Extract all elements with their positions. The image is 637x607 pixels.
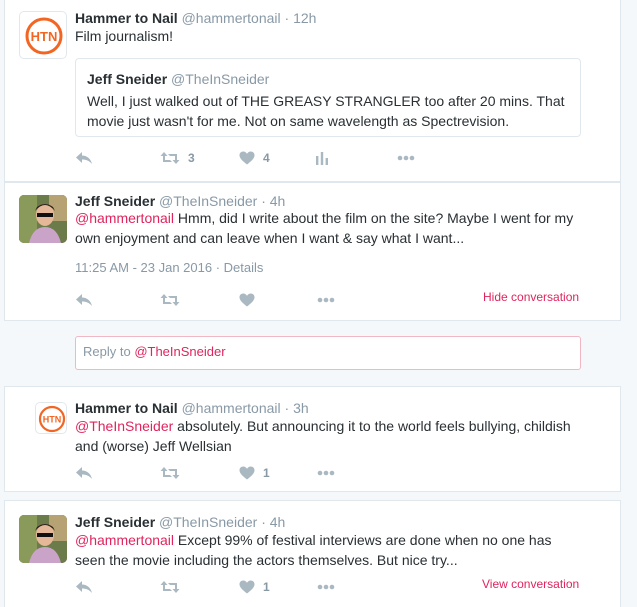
reply-button[interactable]: [75, 148, 93, 168]
tweet-time[interactable]: · 4h: [261, 193, 285, 209]
analytics-button[interactable]: [315, 148, 329, 168]
more-icon: [317, 297, 335, 303]
tweet-actions: 3 4: [75, 148, 575, 168]
analytics-icon: [316, 152, 328, 165]
retweet-icon: [160, 467, 180, 479]
heart-icon: [239, 580, 255, 594]
like-count: 1: [263, 466, 270, 480]
tweet-time[interactable]: · 3h: [285, 400, 309, 416]
avatar-hammertonail[interactable]: HTN: [35, 402, 67, 434]
reply-icon: [76, 294, 92, 306]
like-count: 1: [263, 580, 270, 594]
heart-icon: [239, 151, 255, 165]
like-button[interactable]: 1: [239, 463, 270, 483]
heart-icon: [239, 293, 255, 307]
tweet-text: Film journalism!: [75, 28, 174, 44]
reply-mention: @TheInSneider: [134, 344, 226, 359]
like-button[interactable]: 4: [239, 148, 270, 168]
retweet-icon: [160, 581, 180, 593]
more-icon: [397, 155, 415, 161]
tweet-header: Jeff Sneider @TheInSneider · 4h: [75, 513, 285, 531]
view-conversation-link[interactable]: View conversation: [482, 577, 579, 591]
avatar-theinsneider[interactable]: [19, 195, 67, 243]
reply-input[interactable]: Reply to @TheInSneider: [75, 336, 581, 370]
author-handle[interactable]: @hammertonail: [182, 400, 281, 416]
quoted-text: Well, I just walked out of THE GREASY ST…: [87, 93, 565, 129]
reply-button[interactable]: [75, 577, 93, 597]
reply-icon: [76, 467, 92, 479]
like-count: 4: [263, 151, 270, 165]
retweet-button[interactable]: [160, 290, 180, 310]
tweet-timestamp-row: 11:25 AM - 23 Jan 2016 · Details: [75, 260, 263, 275]
like-button[interactable]: 1: [239, 577, 270, 597]
logo-text: HTN: [43, 415, 62, 425]
author-name[interactable]: Jeff Sneider: [75, 193, 155, 209]
tweet-time[interactable]: · 12h: [285, 10, 317, 26]
author-name[interactable]: Hammer to Nail: [75, 400, 178, 416]
tweet-text: @hammertonail Except 99% of festival int…: [75, 530, 585, 570]
tweet-timestamp[interactable]: 11:25 AM - 23 Jan 2016: [75, 260, 212, 275]
tweet-header: Hammer to Nail @hammertonail · 3h: [75, 399, 309, 417]
retweet-button[interactable]: 3: [160, 148, 195, 168]
logo-text: HTN: [31, 29, 58, 44]
quoted-tweet[interactable]: Jeff Sneider @TheInSneider Well, I just …: [75, 58, 581, 137]
author-handle[interactable]: @TheInSneider: [159, 193, 257, 209]
more-button[interactable]: [397, 148, 415, 168]
more-icon: [317, 584, 335, 590]
mention-link[interactable]: @TheInSneider: [75, 418, 173, 434]
retweet-icon: [160, 152, 180, 164]
reply-icon: [76, 152, 92, 164]
more-button[interactable]: [317, 463, 335, 483]
reply-icon: [76, 581, 92, 593]
author-handle[interactable]: @TheInSneider: [159, 514, 257, 530]
avatar-theinsneider[interactable]: [19, 515, 67, 563]
reply-placeholder: Reply to: [83, 344, 135, 359]
divider: [4, 386, 621, 387]
author-name[interactable]: Hammer to Nail: [75, 10, 178, 26]
retweet-button[interactable]: [160, 577, 180, 597]
more-button[interactable]: [317, 577, 335, 597]
avatar-hammertonail[interactable]: HTN: [19, 11, 67, 59]
like-button[interactable]: [239, 290, 255, 310]
author-handle[interactable]: @hammertonail: [182, 10, 281, 26]
tweet-time[interactable]: · 4h: [261, 514, 285, 530]
author-name[interactable]: Jeff Sneider: [75, 514, 155, 530]
reply-button[interactable]: [75, 463, 93, 483]
heart-icon: [239, 466, 255, 480]
retweet-count: 3: [188, 151, 195, 165]
tweet-header: Hammer to Nail @hammertonail · 12h: [75, 9, 316, 27]
reply-button[interactable]: [75, 290, 93, 310]
hide-conversation-link[interactable]: Hide conversation: [483, 290, 579, 304]
more-icon: [317, 470, 335, 476]
tweet-text: @hammertonail Hmm, did I write about the…: [75, 208, 585, 248]
quoted-author-handle: @TheInSneider: [171, 71, 270, 87]
mention-link[interactable]: @hammertonail: [75, 532, 174, 548]
retweet-button[interactable]: [160, 463, 180, 483]
mention-link[interactable]: @hammertonail: [75, 210, 174, 226]
tweet-text: @TheInSneider absolutely. But announcing…: [75, 416, 585, 456]
details-link[interactable]: · Details: [216, 260, 264, 275]
retweet-icon: [160, 294, 180, 306]
quoted-author-name: Jeff Sneider: [87, 71, 168, 87]
more-button[interactable]: [317, 290, 335, 310]
tweet-actions: 1: [75, 463, 585, 483]
